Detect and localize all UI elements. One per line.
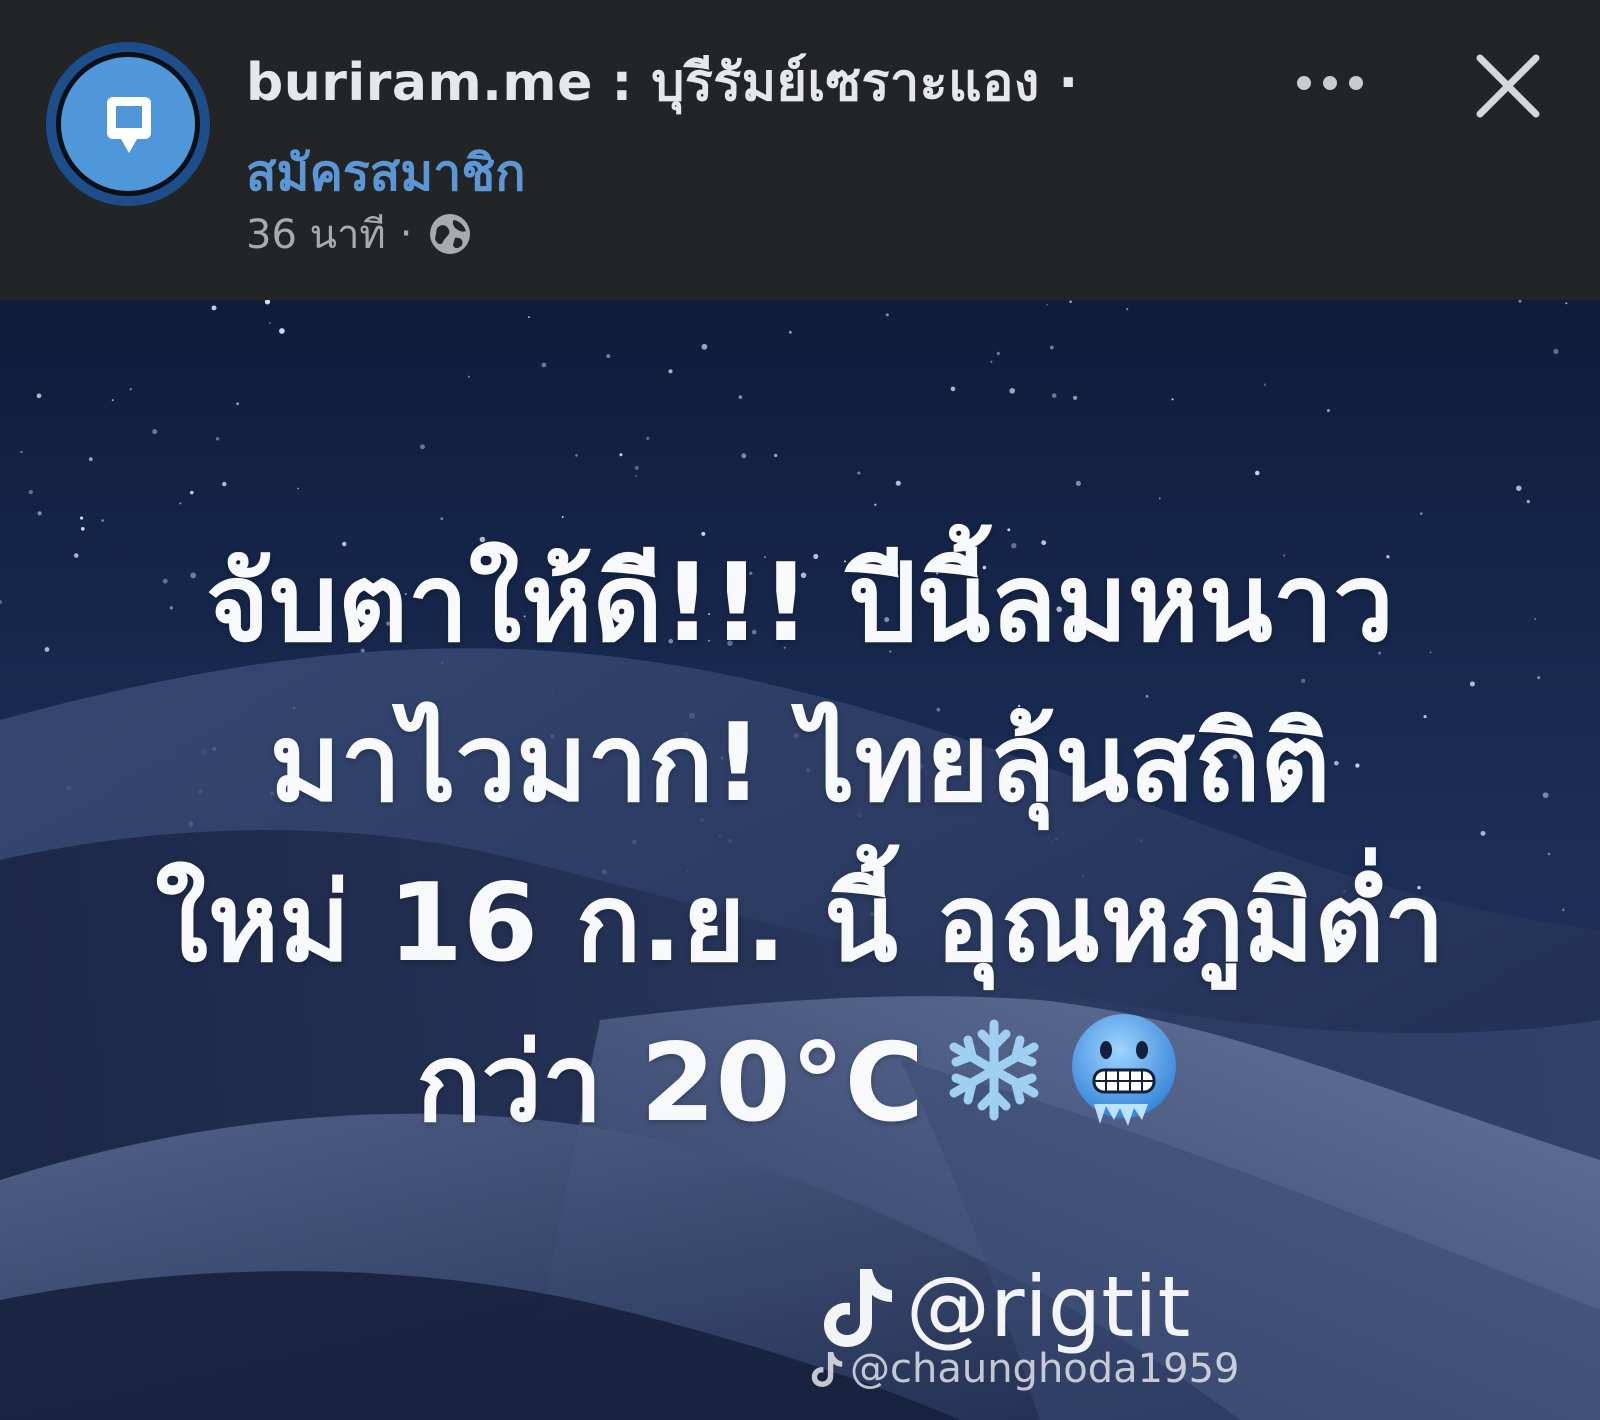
- star: [575, 454, 578, 457]
- star: [561, 516, 564, 518]
- star: [279, 328, 285, 334]
- headline-line-2: มาไวมาก! ไทยลุ้นสถิติ: [269, 701, 1331, 826]
- star: [101, 519, 104, 522]
- tiktok-logo-icon: [824, 1269, 892, 1347]
- star: [606, 354, 611, 359]
- star: [1553, 348, 1559, 355]
- star: [1516, 485, 1522, 491]
- close-icon: [1476, 54, 1540, 118]
- star: [1073, 395, 1078, 400]
- close-button[interactable]: [1472, 50, 1544, 122]
- star: [440, 517, 444, 521]
- star: [1051, 393, 1057, 398]
- star: [1263, 383, 1267, 386]
- star: [152, 429, 158, 435]
- star: [222, 481, 227, 487]
- star: [774, 453, 778, 458]
- star: [646, 436, 650, 441]
- star: [111, 399, 114, 402]
- globe-icon: [427, 211, 473, 257]
- post-header: buriram.me : บุรีรัมย์เซราะแอง · สมัครสม…: [0, 0, 1600, 300]
- star: [1255, 470, 1260, 476]
- star: [1565, 302, 1568, 305]
- star: [738, 395, 743, 399]
- more-options-icon: [1297, 76, 1363, 90]
- star: [215, 437, 220, 441]
- post-meta: 36 นาที ·: [246, 210, 473, 258]
- facebook-post-viewer: buriram.me : บุรีรัมย์เซราะแอง · สมัครสม…: [0, 0, 1600, 1420]
- star: [668, 369, 673, 374]
- cold-face-emoji-icon: [1064, 1008, 1184, 1172]
- star: [1009, 388, 1015, 394]
- star: [37, 511, 42, 516]
- star: [236, 402, 240, 406]
- star: [619, 453, 623, 457]
- star: [420, 444, 425, 450]
- post-image[interactable]: จับตาให้ดี!!! ปีนี้ลมหนาว มาไวมาก! ไทยลุ…: [0, 300, 1600, 1420]
- tiktok-watermark-icon: [811, 1352, 843, 1387]
- headline-line-3: ใหม่ 16 ก.ย. นี้ อุณหภูมิต่ำ: [155, 861, 1445, 986]
- star: [1526, 499, 1531, 504]
- page-name[interactable]: buriram.me : บุรีรัมย์เซราะแอง ·: [246, 40, 1079, 123]
- star: [20, 451, 23, 454]
- star: [211, 305, 217, 311]
- headline-line-4: กว่า 20°C: [0, 1004, 1600, 1172]
- star: [527, 316, 530, 319]
- post-headline: จับตาให้ดี!!! ปีนี้ลมหนาว มาไวมาก! ไทยลุ…: [0, 524, 1600, 1172]
- star: [80, 516, 84, 520]
- star: [1126, 308, 1129, 311]
- post-time[interactable]: 36 นาที: [246, 202, 386, 266]
- star: [634, 465, 639, 470]
- star: [1069, 300, 1072, 304]
- star: [885, 313, 889, 317]
- star: [990, 360, 993, 363]
- video-watermark: @chaunghoda1959: [810, 1346, 1239, 1392]
- headline-line-1: จับตาให้ดี!!! ปีนี้ลมหนาว: [205, 541, 1395, 666]
- snowflake-emoji-icon: [938, 1010, 1050, 1170]
- star: [1046, 303, 1048, 306]
- star: [874, 503, 877, 506]
- star: [1171, 398, 1174, 401]
- star: [950, 386, 956, 392]
- star: [179, 502, 182, 505]
- star: [88, 457, 93, 462]
- star: [467, 375, 470, 378]
- star: [895, 480, 901, 486]
- star: [1050, 345, 1054, 350]
- star: [1158, 497, 1161, 500]
- star: [1326, 409, 1330, 413]
- star: [1419, 512, 1423, 515]
- star: [28, 489, 33, 495]
- star: [701, 343, 708, 350]
- star: [297, 487, 299, 490]
- page-avatar[interactable]: [46, 42, 210, 206]
- headline-line-4-text: กว่า 20°C: [416, 1021, 924, 1146]
- more-options-button[interactable]: [1290, 60, 1370, 106]
- star: [857, 471, 861, 475]
- star: [268, 322, 271, 325]
- map-pin-logo-icon: [56, 52, 200, 196]
- star: [541, 362, 547, 368]
- star: [1075, 480, 1081, 486]
- star: [129, 388, 132, 391]
- star: [996, 351, 1001, 356]
- star: [788, 330, 792, 334]
- star: [741, 453, 747, 459]
- tiktok-handle-text: @rigtit: [906, 1258, 1191, 1356]
- star: [635, 475, 637, 477]
- star: [36, 393, 42, 399]
- star: [190, 490, 194, 495]
- meta-separator: ·: [399, 211, 413, 257]
- watermark-text: @chaunghoda1959: [850, 1346, 1240, 1392]
